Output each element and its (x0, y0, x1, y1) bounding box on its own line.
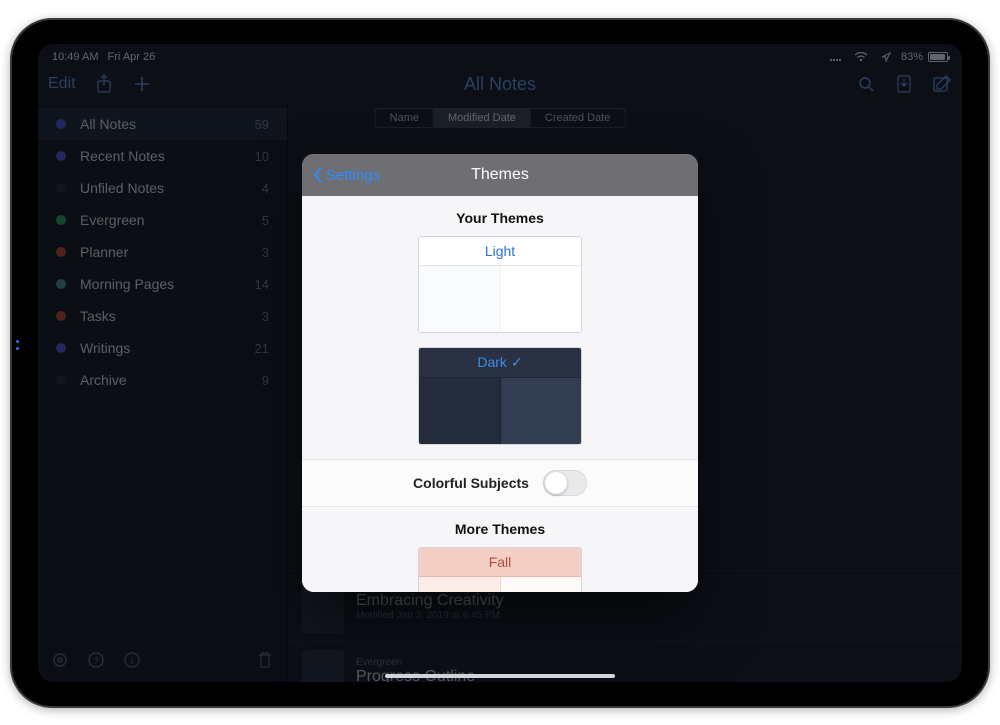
theme-fall[interactable]: Fall (418, 547, 582, 592)
theme-light[interactable]: Light (418, 236, 582, 333)
chevron-left-icon (312, 166, 324, 184)
theme-preview (419, 577, 581, 592)
device-frame: 10:49 AM Fri Apr 26 83% Edit (10, 18, 990, 708)
colorful-subjects-switch[interactable] (543, 470, 587, 496)
theme-preview (419, 266, 581, 332)
theme-name-label: Dark (477, 354, 507, 370)
theme-name: Fall (419, 548, 581, 577)
theme-name: Dark✓ (419, 348, 581, 378)
toggle-label: Colorful Subjects (413, 475, 529, 491)
back-button[interactable]: Settings (302, 166, 390, 184)
popup-header: Settings Themes (302, 154, 698, 196)
theme-dark[interactable]: Dark✓ (418, 347, 582, 445)
home-indicator[interactable] (385, 674, 615, 678)
popup-body: Your Themes Light Dark✓ Colorful Subject… (302, 196, 698, 592)
bezel-indicator (16, 340, 19, 350)
back-label: Settings (326, 167, 380, 184)
your-themes-heading: Your Themes (302, 196, 698, 236)
more-themes-heading: More Themes (302, 507, 698, 547)
themes-popup: Settings Themes Your Themes Light Dark✓ (302, 154, 698, 592)
colorful-subjects-row: Colorful Subjects (302, 459, 698, 507)
theme-preview (419, 378, 581, 444)
screen: 10:49 AM Fri Apr 26 83% Edit (38, 44, 962, 682)
check-icon: ✓ (511, 354, 523, 370)
theme-name: Light (419, 237, 581, 266)
